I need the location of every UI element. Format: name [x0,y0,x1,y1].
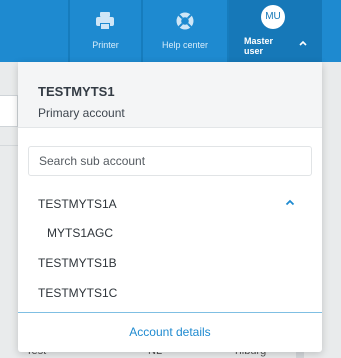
search-sub-account-input[interactable] [28,146,312,176]
footer-divider [18,312,322,313]
help-center-button[interactable]: Help center [143,0,227,62]
master-user-label: Master user [244,36,274,56]
printer-icon [96,12,114,30]
chevron-up-icon [299,40,307,46]
account-dropdown-panel: TESTMYTS1 Primary account TESTMYTS1A MYT… [18,62,322,352]
sub-account-item[interactable]: TESTMYTS1C [38,286,117,300]
background-divider [0,145,20,146]
avatar: MU [261,5,285,29]
sub-account-item[interactable]: TESTMYTS1B [38,256,117,270]
account-subtitle: Primary account [38,106,125,120]
sub-account-item[interactable]: TESTMYTS1A [38,197,117,211]
account-name: TESTMYTS1 [38,84,115,99]
help-center-label: Help center [161,40,209,50]
lifebuoy-icon [176,12,194,30]
printer-button[interactable]: Printer [70,0,141,62]
top-navigation-bar: Printer Help center MU Master user [0,0,341,62]
chevron-up-icon[interactable] [285,199,295,206]
printer-label: Printer [92,40,119,50]
master-user-menu[interactable]: MU Master user [229,0,322,62]
background-field [0,95,18,127]
sub-account-item[interactable]: MYTS1AGC [47,226,113,240]
account-details-link[interactable]: Account details [18,325,322,339]
account-header: TESTMYTS1 Primary account [18,62,322,128]
